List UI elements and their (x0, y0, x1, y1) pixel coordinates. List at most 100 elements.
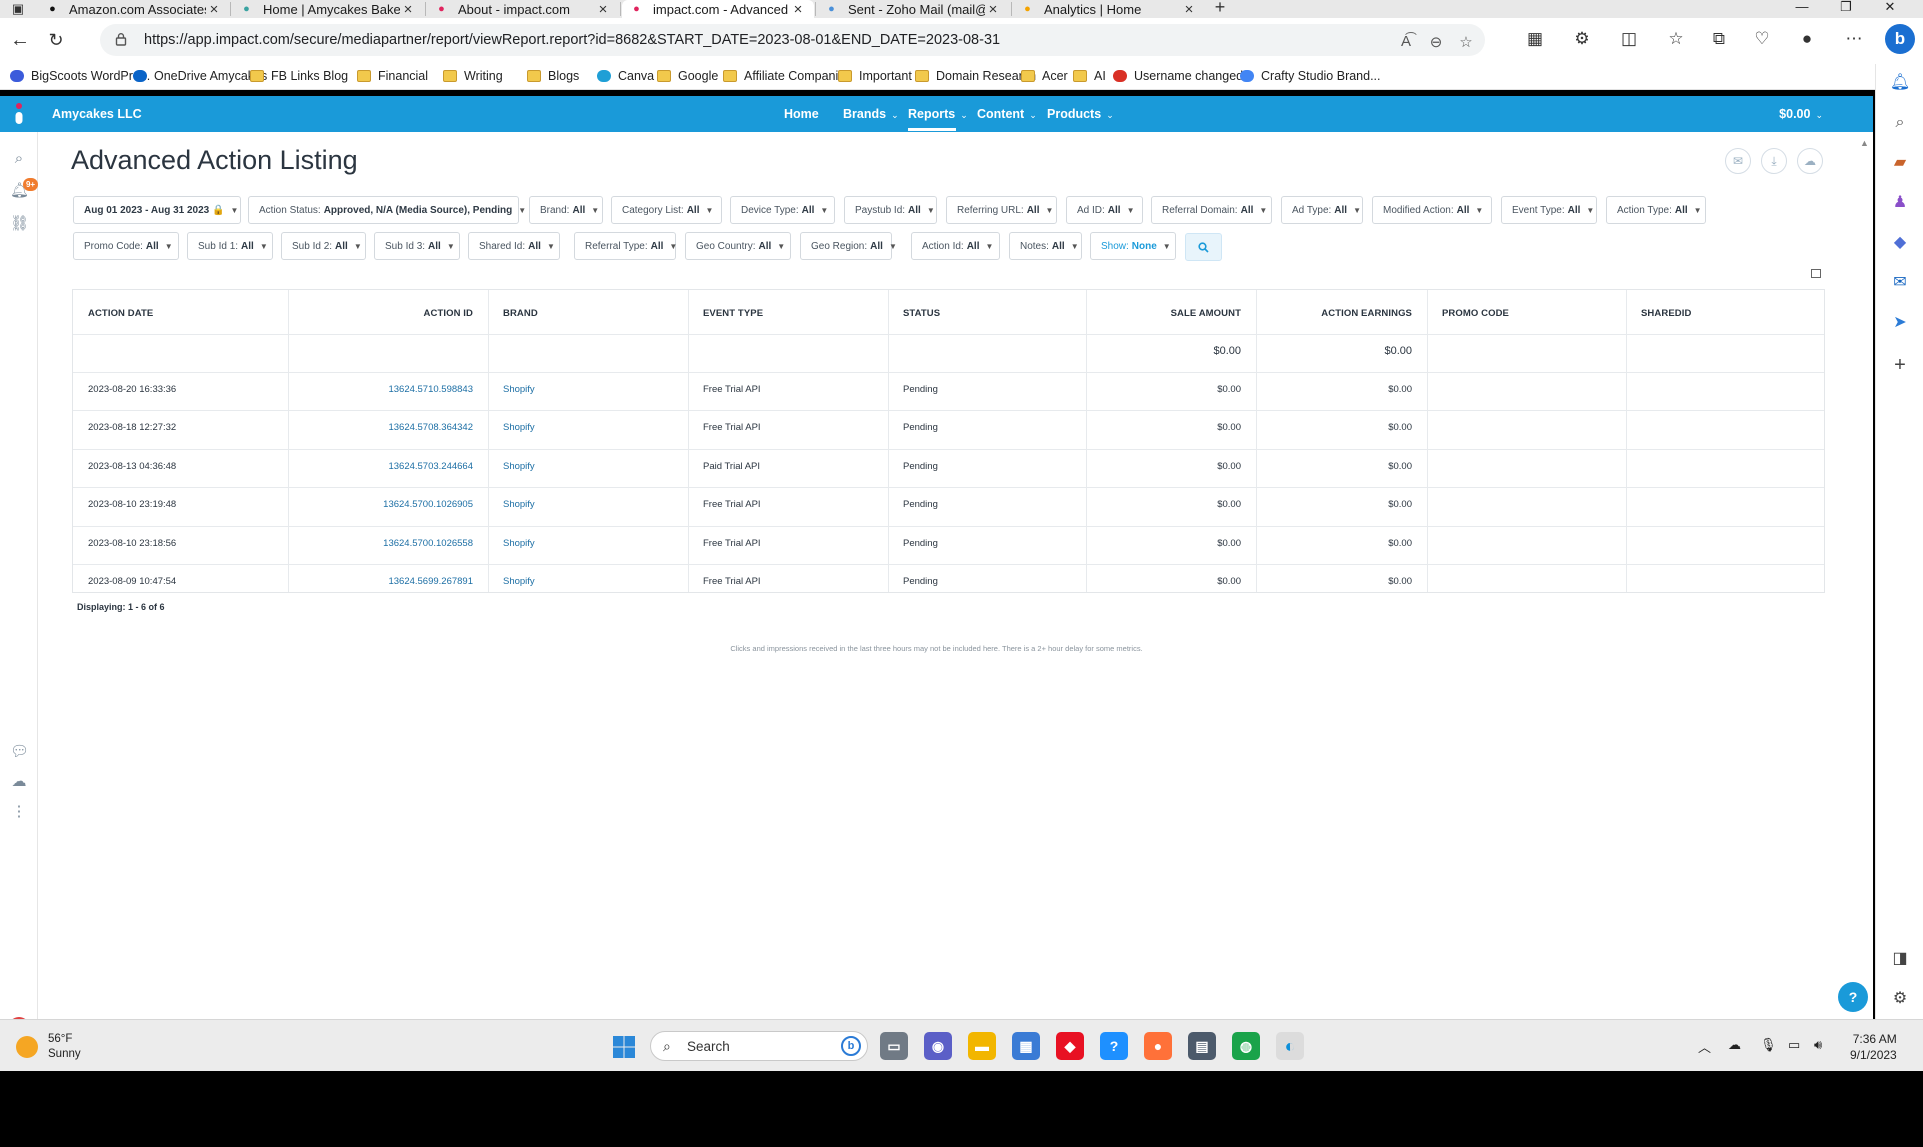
brand-link[interactable]: Shopify (503, 384, 535, 395)
column-header[interactable]: EVENT TYPE (703, 308, 763, 319)
browser-tab[interactable]: ● Sent - Zoho Mail (mail@honestly× (817, 0, 1009, 18)
hide-sidebar-icon[interactable]: ◨ (1889, 948, 1911, 970)
filter-dropdown[interactable]: Action Id: All ▼ (911, 232, 1000, 260)
filter-dropdown[interactable]: Sub Id 3: All ▼ (374, 232, 460, 260)
minimize-button[interactable]: — (1780, 0, 1824, 18)
filter-dropdown[interactable]: Promo Code: All ▼ (73, 232, 179, 260)
extension-icon[interactable]: ▦ (1523, 29, 1547, 49)
task-view-icon[interactable]: ▭ (880, 1032, 908, 1060)
close-tab-icon[interactable]: × (595, 1, 611, 18)
filter-dropdown[interactable]: Device Type: All ▼ (730, 196, 835, 224)
filter-dropdown[interactable]: Modified Action: All ▼ (1372, 196, 1492, 224)
close-tab-icon[interactable]: × (1181, 1, 1197, 18)
bookmark-item[interactable]: OneDrive Amycakes (133, 69, 267, 83)
split-screen-icon[interactable]: ◫ (1617, 29, 1641, 49)
impact-logo-icon[interactable] (14, 102, 24, 126)
browser-tab[interactable]: ● About - impact.com × (427, 0, 619, 18)
refresh-button[interactable]: ↻ (44, 30, 68, 50)
bookmark-item[interactable]: Username changed... (1113, 69, 1254, 83)
games-icon[interactable]: ♟ (1889, 192, 1911, 214)
url-text[interactable]: https://app.impact.com/secure/mediapartn… (144, 32, 1000, 48)
collections-icon[interactable]: ⧉ (1707, 29, 1731, 49)
filter-dropdown[interactable]: Ad Type: All ▼ (1281, 196, 1363, 224)
copilot-sidebar-icon[interactable]: ◆ (1889, 232, 1911, 254)
calculator-icon[interactable]: ▤ (1188, 1032, 1216, 1060)
add-sidebar-app-icon[interactable]: + (1889, 354, 1911, 376)
column-header[interactable]: BRAND (503, 308, 538, 319)
filter-dropdown[interactable]: Event Type: All ▼ (1501, 196, 1597, 224)
get-help-icon[interactable]: ? (1100, 1032, 1128, 1060)
filter-dropdown[interactable]: Action Status: Approved, N/A (Media Sourc… (248, 196, 526, 224)
bookmark-item[interactable]: Canva (597, 69, 654, 83)
close-window-button[interactable]: ✕ (1868, 0, 1912, 18)
filter-dropdown[interactable]: Show: None ▼ (1090, 232, 1176, 260)
filter-dropdown[interactable]: Brand: All ▼ (529, 196, 603, 224)
system-clock[interactable]: 7:36 AM 9/1/2023 (1850, 1031, 1897, 1063)
extensions-puzzle-icon[interactable]: ⚙ (1570, 29, 1594, 49)
file-explorer-icon[interactable]: ▬ (968, 1032, 996, 1060)
column-header[interactable]: SHAREDID (1641, 308, 1691, 319)
sidebar-search-icon[interactable]: ⌕ (1889, 112, 1911, 134)
scroll-up-arrow-icon[interactable]: ▲ (1860, 138, 1869, 148)
close-tab-icon[interactable]: × (790, 1, 806, 18)
filter-dropdown[interactable]: Geo Region: All ▼ (800, 232, 897, 260)
bookmark-item[interactable]: Affiliate Companies (723, 69, 851, 83)
nav-brands[interactable]: Brands ⌄ (843, 107, 899, 121)
url-bar[interactable]: https://app.impact.com/secure/mediapartn… (100, 24, 1485, 56)
filter-dropdown[interactable]: Shared Id: All ▼ (468, 232, 560, 260)
email-report-icon[interactable]: ✉ (1725, 148, 1751, 174)
new-tab-button[interactable]: + (1208, 0, 1232, 17)
close-tab-icon[interactable]: × (400, 1, 416, 18)
action-id-link[interactable]: 13624.5703.244664 (388, 461, 473, 472)
read-aloud-icon[interactable]: A͡ (1396, 33, 1416, 50)
column-header[interactable]: ACTION DATE (88, 308, 153, 319)
onedrive-tray-icon[interactable]: ☁ (1728, 1037, 1741, 1053)
chat-icon[interactable]: 💬︎ (10, 743, 29, 761)
bookmark-item[interactable]: Acer (1021, 69, 1068, 83)
bookmark-item[interactable]: Important (838, 69, 912, 83)
bookmark-item[interactable]: FB Links Blog (250, 69, 348, 83)
help-button[interactable]: ? (1838, 982, 1868, 1012)
bookmark-item[interactable]: Writing (443, 69, 503, 83)
more-dots-icon[interactable]: ⋮ (10, 803, 28, 821)
app-red-diamond-icon[interactable]: ◆ (1056, 1032, 1084, 1060)
filter-dropdown[interactable]: Sub Id 1: All ▼ (187, 232, 273, 260)
restore-button[interactable]: ❐ (1824, 0, 1868, 18)
browser-tab[interactable]: ● impact.com - Advanced Action L× (622, 0, 814, 18)
account-name[interactable]: Amycakes LLC (52, 107, 142, 121)
close-tab-icon[interactable]: × (985, 1, 1001, 18)
action-id-link[interactable]: 13624.5710.598843 (388, 384, 473, 395)
tools-icon[interactable]: ▰ (1889, 152, 1911, 174)
outlook-icon[interactable]: ✉ (1889, 272, 1911, 294)
action-id-link[interactable]: 13624.5700.1026905 (383, 499, 473, 510)
firefox-icon[interactable]: ● (1144, 1032, 1172, 1060)
show-hidden-icons-chevron-up-icon[interactable]: ︿ (1698, 1037, 1711, 1056)
bookmark-item[interactable]: Blogs (527, 69, 579, 83)
balance-dropdown[interactable]: $0.00 ⌄ (1779, 107, 1823, 121)
edge-browser-icon[interactable]: ◐ (1276, 1032, 1304, 1060)
start-windows-icon[interactable] (612, 1035, 636, 1059)
brand-link[interactable]: Shopify (503, 422, 535, 433)
teams-chat-icon[interactable]: ◉ (924, 1032, 952, 1060)
filter-search-button[interactable] (1185, 233, 1222, 261)
profile-icon[interactable]: ● (1795, 29, 1819, 49)
send-icon[interactable]: ➤ (1889, 312, 1911, 334)
volume-icon[interactable]: 🔊︎ (1814, 1037, 1822, 1053)
browser-tab[interactable]: ● Amazon.com Associates Central× (38, 0, 230, 18)
more-menu-icon[interactable]: ⋯ (1842, 29, 1866, 49)
notifications-bell-icon[interactable]: 🔔︎ (1889, 72, 1911, 94)
action-id-link[interactable]: 13624.5700.1026558 (383, 538, 473, 549)
copilot-icon[interactable]: b (1885, 24, 1915, 54)
favorite-star-icon[interactable]: ☆ (1456, 33, 1476, 51)
favorites-icon[interactable]: ☆ (1664, 29, 1688, 49)
app-globe-icon[interactable]: ◍ (1232, 1032, 1260, 1060)
brand-link[interactable]: Shopify (503, 538, 535, 549)
search-icon[interactable]: ⌕ (10, 150, 28, 168)
filter-dropdown[interactable]: Referral Type: All ▼ (574, 232, 677, 260)
zoom-icon[interactable]: ⊖ (1426, 33, 1446, 51)
microphone-icon[interactable]: 🎙︎ (1760, 1037, 1777, 1053)
nav-home[interactable]: Home (784, 107, 819, 121)
weather-widget[interactable]: 56°F Sunny (16, 1032, 81, 1062)
filter-dropdown[interactable]: Aug 01 2023 - Aug 31 2023 🔒 ▼ (73, 196, 241, 224)
column-header[interactable]: ACTION ID (424, 308, 473, 319)
